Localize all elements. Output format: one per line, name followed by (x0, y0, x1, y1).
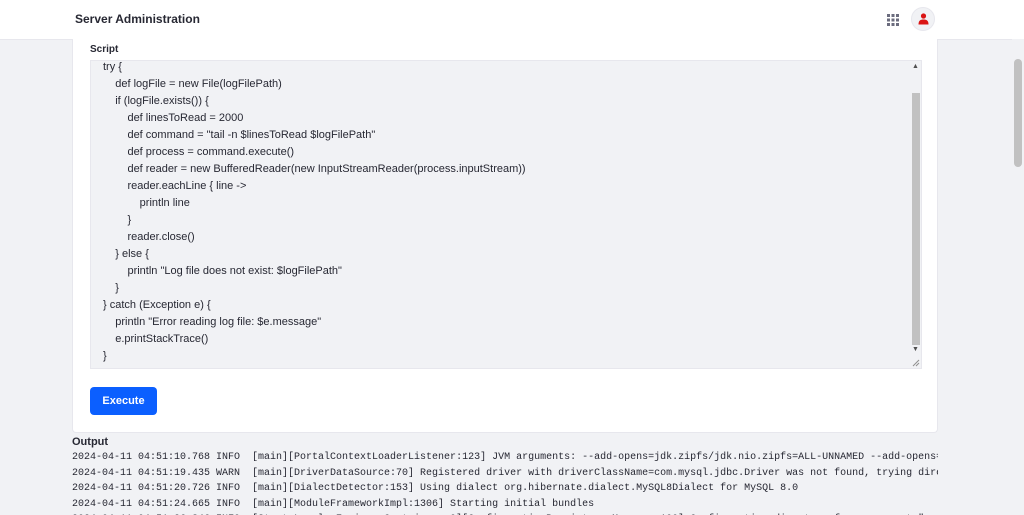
top-navigation-bar: Server Administration (0, 0, 1024, 40)
script-editor[interactable]: try { def logFile = new File(logFilePath… (90, 60, 922, 369)
code-line: println "Error reading log file: $e.mess… (103, 316, 322, 328)
apps-grid-icon[interactable] (887, 13, 899, 26)
user-avatar-button[interactable] (911, 7, 935, 31)
code-line: } catch (Exception e) { (103, 299, 211, 311)
code-line: def logFile = new File(logFilePath) (103, 78, 282, 90)
editor-scrollbar[interactable]: ▲ ▼ (911, 61, 921, 368)
code-line: reader.close() (103, 231, 195, 243)
code-line: try { (103, 61, 122, 73)
code-line: def command = "tail -n $linesToRead $log… (103, 129, 376, 141)
script-label: Script (90, 44, 119, 55)
user-icon (918, 13, 929, 25)
code-line: } else { (103, 248, 149, 260)
code-line: e.printStackTrace() (103, 333, 209, 345)
scroll-down-arrow-icon[interactable]: ▼ (912, 346, 919, 353)
output-label: Output (72, 436, 109, 448)
code-line: def reader = new BufferedReader(new Inpu… (103, 163, 526, 175)
scroll-up-arrow-icon[interactable]: ▲ (912, 63, 919, 70)
code-line: } (103, 350, 107, 362)
script-code[interactable]: try { def logFile = new File(logFilePath… (103, 61, 526, 365)
code-line: println "Log file does not exist: $logFi… (103, 265, 342, 277)
output-log: 2024-04-11 04:51:10.768 INFO [main][Port… (72, 450, 938, 515)
log-line: 2024-04-11 04:51:19.435 WARN [main][Driv… (72, 467, 938, 479)
page-title: Server Administration (75, 12, 200, 26)
log-line: 2024-04-11 04:51:24.665 INFO [main][Modu… (72, 498, 595, 510)
code-line: reader.eachLine { line -> (103, 180, 247, 192)
code-line: } (103, 282, 119, 294)
resize-grip-icon[interactable] (912, 359, 920, 367)
page-scrollbar[interactable] (1012, 39, 1024, 515)
log-line: 2024-04-11 04:51:10.768 INFO [main][Port… (72, 452, 938, 463)
log-line: 2024-04-11 04:51:20.726 INFO [main][Dial… (72, 483, 799, 494)
code-line: if (logFile.exists()) { (103, 95, 209, 107)
code-line: println line (103, 197, 190, 209)
execute-button[interactable]: Execute (90, 387, 157, 415)
page-scrollbar-thumb[interactable] (1014, 59, 1022, 167)
code-line: def linesToRead = 2000 (103, 112, 244, 124)
script-card: Script try { def logFile = new File(logF… (72, 39, 938, 433)
code-line: def process = command.execute() (103, 146, 295, 158)
code-line: } (103, 214, 132, 226)
editor-scrollbar-thumb[interactable] (912, 93, 920, 345)
